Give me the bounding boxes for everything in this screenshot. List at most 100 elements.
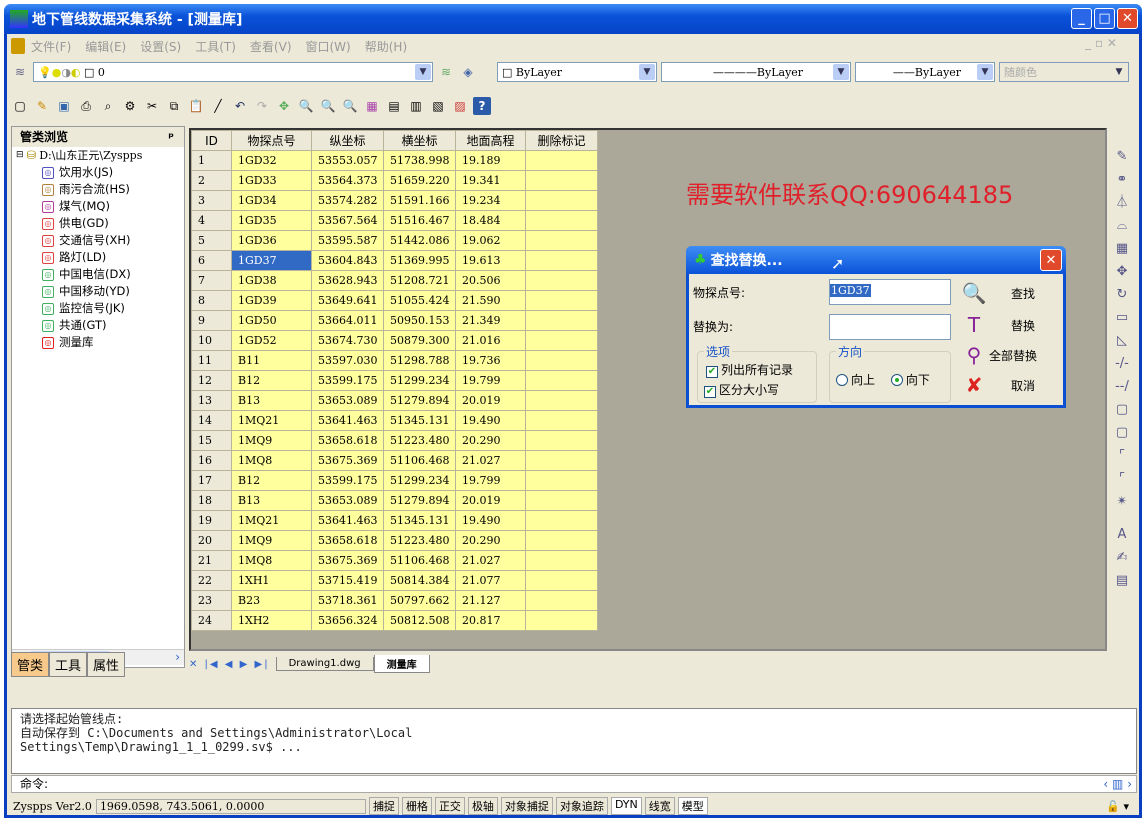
table-cell[interactable]: B11 [231,350,312,371]
status-toggle[interactable]: DYN [610,797,642,815]
table-cell[interactable]: 15 [191,430,232,451]
pin-icon[interactable]: ᵖ [168,127,174,147]
help-icon[interactable]: ? [473,97,491,115]
table-row[interactable]: 3 1GD34 53574.282 51591.166 19.234 [191,190,598,211]
table-cell[interactable] [525,170,598,191]
table-cell[interactable] [525,450,598,471]
table-cell[interactable]: 53656.324 [311,610,384,631]
table-cell[interactable]: 1GD34 [231,190,312,211]
table-cell[interactable]: 51279.894 [383,390,456,411]
table-cell[interactable] [525,510,598,531]
design-center-icon[interactable]: ▤ [385,97,403,115]
mirror-icon[interactable]: ⏃ [1113,194,1131,212]
table-cell[interactable]: 53658.618 [311,530,384,551]
tab-properties[interactable]: 属性 [87,652,126,677]
table-cell[interactable] [525,230,598,251]
tree-item[interactable]: ◎ 煤气(MQ) [16,198,184,215]
table-cell[interactable]: 21 [191,550,232,571]
tab-tools[interactable]: 工具 [49,652,88,677]
table-cell[interactable]: 51106.468 [383,450,456,471]
table-cell[interactable]: 20.019 [455,490,526,511]
table-cell[interactable]: 19.189 [455,150,526,171]
table-cell[interactable]: 19 [191,510,232,531]
table-cell[interactable]: 1GD52 [231,330,312,351]
extend-icon[interactable]: --/ [1113,378,1131,396]
status-toggle[interactable]: 对象追踪 [555,797,608,815]
match-case-checkbox[interactable]: ✔ 区分大小写 [704,381,779,398]
table-cell[interactable]: 53675.369 [311,450,384,471]
table-cell[interactable]: 1MQ21 [231,410,312,431]
table-cell[interactable]: 21.027 [455,450,526,471]
print-icon[interactable]: ⎙ [77,97,95,115]
table-cell[interactable]: 19.490 [455,510,526,531]
table-cell[interactable] [525,330,598,351]
text-style-icon[interactable]: A [1113,526,1131,544]
table-cell[interactable]: B23 [231,590,312,611]
tree-item[interactable]: ◎ 雨污合流(HS) [16,181,184,198]
table-cell[interactable]: 1GD36 [231,230,312,251]
table-row[interactable]: 6 1GD37 53604.843 51369.995 19.613 [191,250,598,271]
collapse-icon[interactable]: ⊟ [16,147,24,164]
table-cell[interactable]: 53574.282 [311,190,384,211]
chevron-down-icon[interactable]: ▼ [639,64,655,80]
table-cell[interactable]: 8 [191,290,232,311]
table-cell[interactable]: 20.290 [455,530,526,551]
table-cell[interactable]: 1GD33 [231,170,312,191]
table-row[interactable]: 11 B11 53597.030 51298.788 19.736 [191,350,598,371]
table-cell[interactable]: 1GD50 [231,310,312,331]
table-row[interactable]: 22 1XH1 53715.419 50814.384 21.077 [191,570,598,591]
table-cell[interactable]: 50879.300 [383,330,456,351]
plotstyle-combo[interactable]: 随颜色 ▼ [999,62,1129,82]
linetype-combo[interactable]: ———— ByLayer ▼ [661,62,851,82]
command-scrollbar[interactable]: ‹ ▥ › [1103,776,1132,792]
table-cell[interactable]: 51591.166 [383,190,456,211]
table-cell[interactable]: 6 [191,250,232,271]
app-menu-icon[interactable] [11,38,25,54]
table-cell[interactable]: B13 [231,490,312,511]
table-cell[interactable] [525,590,598,611]
table-cell[interactable] [525,270,598,291]
erase-icon[interactable]: ✎ [1113,148,1131,166]
table-cell[interactable]: 18.484 [455,210,526,231]
table-cell[interactable]: 53653.089 [311,390,384,411]
table-cell[interactable]: 51369.995 [383,250,456,271]
table-cell[interactable]: 51345.131 [383,410,456,431]
match-properties-icon[interactable]: ╱ [209,97,227,115]
rotate-icon[interactable]: ↻ [1113,286,1131,304]
table-cell[interactable]: 5 [191,230,232,251]
table-row[interactable]: 14 1MQ21 53641.463 51345.131 19.490 [191,410,598,431]
menu-help[interactable]: 帮助(H) [365,38,407,55]
table-row[interactable]: 4 1GD35 53567.564 51516.467 18.484 [191,210,598,231]
status-toggle[interactable]: 捕捉 [368,797,399,815]
table-row[interactable]: 19 1MQ21 53641.463 51345.131 19.490 [191,510,598,531]
table-cell[interactable]: 1XH1 [231,570,312,591]
coordinates-readout[interactable]: 1969.0598, 743.5061, 0.0000 [95,798,366,814]
table-cell[interactable]: 1MQ21 [231,510,312,531]
table-row[interactable]: 5 1GD36 53595.587 51442.086 19.062 [191,230,598,251]
tree-item[interactable]: ◎ 测量库 [16,334,184,351]
table-cell[interactable]: 53597.030 [311,350,384,371]
copy-object-icon[interactable]: ⚭ [1113,171,1131,189]
tab-categories[interactable]: 管类 [11,652,50,677]
table-cell[interactable]: 1GD35 [231,210,312,231]
table-cell[interactable]: 21.077 [455,570,526,591]
table-row[interactable]: 1 1GD32 53553.057 51738.998 19.189 [191,150,598,171]
table-cell[interactable] [525,370,598,391]
lineweight-combo[interactable]: —— ByLayer ▼ [855,62,995,82]
table-cell[interactable]: B13 [231,390,312,411]
table-cell[interactable]: 9 [191,310,232,331]
table-cell[interactable]: 53715.419 [311,570,384,591]
table-cell[interactable]: 53675.369 [311,550,384,571]
table-cell[interactable] [525,210,598,231]
table-cell[interactable]: 14 [191,410,232,431]
table-cell[interactable]: 19.736 [455,350,526,371]
table-cell[interactable]: 1GD39 [231,290,312,311]
table-cell[interactable]: 12 [191,370,232,391]
tree-item[interactable]: ◎ 路灯(LD) [16,249,184,266]
table-row[interactable]: 2 1GD33 53564.373 51659.220 19.341 [191,170,598,191]
status-toggle[interactable]: 线宽 [644,797,675,815]
list-all-checkbox[interactable]: ✔ 列出所有记录 [706,361,793,378]
table-cell[interactable]: 51298.788 [383,350,456,371]
table-cell[interactable]: 51208.721 [383,270,456,291]
table-cell[interactable]: 19.799 [455,470,526,491]
